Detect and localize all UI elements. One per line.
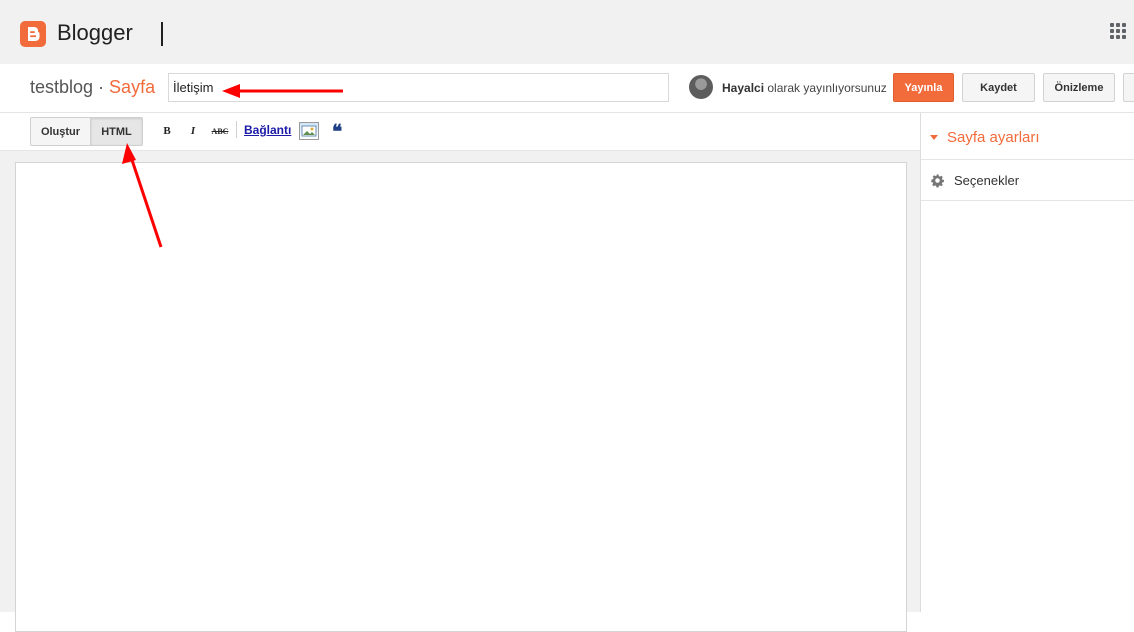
options-item[interactable]: Seçenekler bbox=[954, 173, 1019, 188]
publishing-as-suffix: olarak yayınlıyorsunuz bbox=[767, 81, 887, 95]
italic-button[interactable]: I bbox=[184, 122, 202, 140]
bold-button[interactable]: B bbox=[158, 122, 176, 140]
blog-name[interactable]: testblog bbox=[30, 77, 93, 97]
blogger-logo-icon[interactable] bbox=[20, 21, 46, 47]
author-name: Hayalci bbox=[722, 81, 765, 95]
avatar-icon[interactable] bbox=[689, 75, 713, 99]
close-button[interactable] bbox=[1123, 73, 1134, 102]
toolbar-separator bbox=[236, 121, 237, 138]
link-button[interactable]: Bağlantı bbox=[244, 123, 291, 137]
page-type-label: Sayfa bbox=[109, 77, 156, 97]
compose-mode-button[interactable]: Oluştur bbox=[30, 117, 91, 146]
sidebar-divider bbox=[921, 200, 1134, 201]
save-button[interactable]: Kaydet bbox=[962, 73, 1035, 102]
header-divider bbox=[161, 22, 163, 46]
strikethrough-button[interactable]: ABC bbox=[208, 122, 232, 140]
gear-icon[interactable] bbox=[930, 173, 945, 188]
app-title: Blogger bbox=[57, 20, 133, 45]
app-header bbox=[0, 0, 1134, 64]
page-title-input[interactable] bbox=[168, 73, 669, 102]
publishing-as-text: Hayalci olarak yayınlıyorsunuz bbox=[722, 81, 887, 95]
apps-grid-icon[interactable] bbox=[1110, 23, 1127, 40]
html-editor-textarea[interactable] bbox=[15, 162, 907, 632]
publish-button[interactable]: Yayınla bbox=[893, 73, 954, 102]
blogger-b-icon bbox=[28, 27, 40, 41]
breadcrumb-separator: · bbox=[93, 77, 110, 97]
image-icon[interactable] bbox=[299, 122, 319, 140]
breadcrumb: testblog · Sayfa bbox=[30, 77, 155, 98]
quote-icon[interactable]: ❝ bbox=[332, 121, 342, 144]
html-mode-button[interactable]: HTML bbox=[90, 117, 143, 146]
chevron-down-icon[interactable] bbox=[930, 135, 938, 140]
preview-button[interactable]: Önizleme bbox=[1043, 73, 1115, 102]
sidebar-divider bbox=[921, 159, 1134, 160]
sidebar-title[interactable]: Sayfa ayarları bbox=[947, 129, 1040, 146]
page-settings-sidebar bbox=[920, 113, 1134, 612]
image-landscape-icon bbox=[301, 125, 317, 137]
